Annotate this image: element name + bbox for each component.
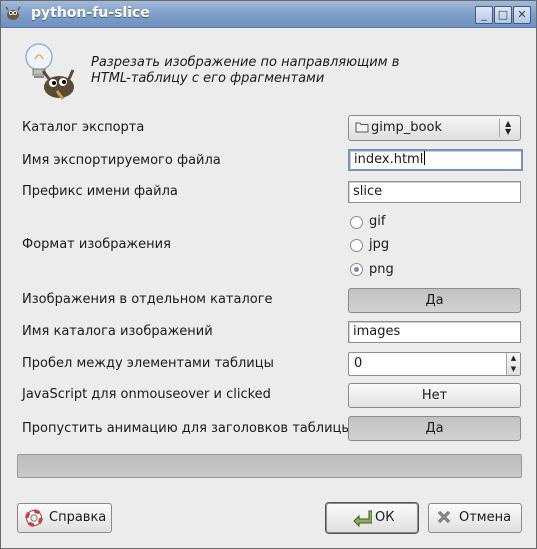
separate-dir-toggle[interactable]: Да <box>348 288 521 313</box>
ok-arrow-icon <box>353 510 372 527</box>
table-spacing-label: Пробел между элементами таблицы <box>22 356 274 371</box>
format-jpg-radio[interactable] <box>350 239 363 252</box>
image-format-label: Формат изображения <box>22 237 171 252</box>
format-gif-label[interactable]: gif <box>369 214 385 229</box>
cancel-button[interactable]: Отмена <box>428 503 522 533</box>
progress-bar <box>17 454 522 478</box>
skip-animation-toggle[interactable]: Да <box>348 416 521 441</box>
ok-button[interactable]: ОК <box>326 503 418 533</box>
help-button[interactable]: Справка <box>17 503 112 533</box>
table-spacing-value: 0 <box>354 356 363 371</box>
ok-label: ОК <box>375 510 395 525</box>
cancel-x-icon <box>437 510 451 524</box>
spin-arrows-icon[interactable]: ▲ ▼ <box>506 353 520 375</box>
format-gif-radio[interactable] <box>350 216 363 229</box>
export-dir-chooser[interactable]: gimp_book ▲ ▼ <box>348 115 521 141</box>
table-spacing-spinner[interactable]: 0 ▲ ▼ <box>348 352 521 376</box>
close-button[interactable]: ✕ <box>513 6 531 24</box>
export-filename-label: Имя экспортируемого файла <box>22 153 221 168</box>
format-png-radio[interactable] <box>350 263 363 276</box>
folder-icon <box>355 122 369 133</box>
maximize-button[interactable]: □ <box>494 6 512 24</box>
separate-dir-label: Изображения в отдельном каталоге <box>22 292 273 307</box>
gimp-wilber-lightbulb-icon <box>25 43 75 100</box>
export-filename-value: index.html <box>354 152 424 167</box>
image-dir-name-input[interactable]: images <box>348 321 521 343</box>
minimize-button[interactable]: _ <box>475 6 493 24</box>
image-dir-name-label: Имя каталога изображений <box>22 324 213 339</box>
filename-prefix-label: Префикс имени файла <box>22 184 178 199</box>
cancel-label: Отмена <box>459 510 512 525</box>
javascript-label: JavaScript для onmouseover и clicked <box>22 387 271 402</box>
plugin-description: Разрезать изображение по направляющим в … <box>91 55 400 86</box>
javascript-toggle[interactable]: Нет <box>348 383 521 408</box>
gimp-app-icon[interactable] <box>5 6 21 22</box>
combo-separator <box>499 119 500 137</box>
export-dir-value: gimp_book <box>371 120 442 135</box>
export-dir-label: Каталог экспорта <box>22 120 145 135</box>
format-png-label[interactable]: png <box>369 262 394 277</box>
text-caret <box>424 151 426 165</box>
format-jpg-label[interactable]: jpg <box>369 237 389 252</box>
title-bar[interactable]: python-fu-slice _ □ ✕ <box>1 1 536 28</box>
lifebuoy-icon <box>25 509 43 527</box>
skip-animation-label: Пропустить анимацию для заголовков табли… <box>22 421 352 436</box>
window-title: python-fu-slice <box>31 5 150 21</box>
filename-prefix-input[interactable]: slice <box>348 181 521 203</box>
export-filename-input[interactable]: index.html <box>348 149 523 171</box>
dialog-window: python-fu-slice _ □ ✕ Разрезать изображе… <box>0 0 537 549</box>
help-label: Справка <box>49 510 107 525</box>
combo-arrows-icon: ▲ ▼ <box>505 119 512 136</box>
